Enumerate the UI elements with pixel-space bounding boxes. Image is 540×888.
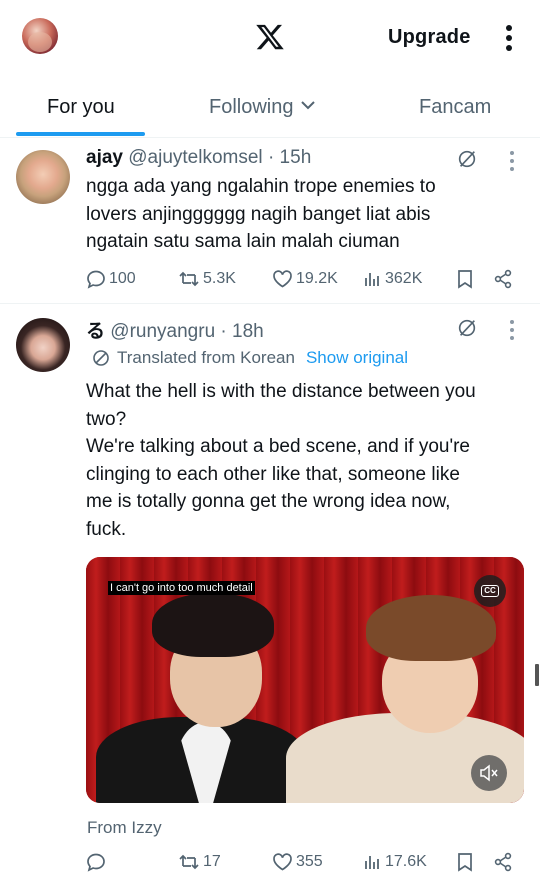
analytics-icon — [365, 273, 379, 286]
upgrade-button[interactable]: Upgrade — [388, 26, 471, 49]
more-options-icon[interactable] — [501, 24, 517, 52]
tweet-line: ngga ada yang ngalahin trope enemies to — [86, 176, 436, 197]
tweet-author-avatar[interactable] — [16, 150, 70, 204]
share-icon[interactable] — [493, 852, 513, 872]
tweet-line: What the hell is with the distance betwe… — [86, 381, 476, 402]
tab-following-label: Following — [209, 96, 294, 118]
like-button[interactable]: 355 — [272, 852, 323, 872]
tweet-time: · 18h — [220, 321, 264, 342]
tweet-text: What the hell is with the distance betwe… — [86, 378, 526, 543]
tweet-header: ajay @ajuytelkomsel · 15h — [86, 147, 311, 169]
tweet-author-avatar[interactable] — [16, 318, 70, 372]
repost-button[interactable]: 17 — [178, 852, 221, 872]
tweet-line: lovers anjingggggg nagih banget liat abi… — [86, 203, 431, 225]
analytics-icon — [365, 856, 379, 869]
mute-button[interactable] — [471, 755, 507, 791]
video-player[interactable]: I can't go into too much detail CC — [86, 557, 524, 803]
tweet-line: two? — [86, 408, 127, 430]
tweet-line: We're talking about a bed scene, and if … — [86, 436, 470, 457]
views-button[interactable]: 17.6K — [362, 852, 427, 872]
scrollbar-thumb[interactable] — [535, 664, 539, 686]
heart-icon — [273, 270, 292, 288]
bookmark-icon[interactable] — [456, 269, 474, 289]
grok-icon[interactable] — [456, 148, 478, 170]
tweet-divider — [0, 303, 540, 304]
show-original-link[interactable]: Show original — [306, 348, 408, 368]
tweet-time: · 15h — [267, 147, 312, 168]
tab-for-you[interactable]: For you — [47, 96, 115, 119]
tweet-line: fuck. — [86, 518, 127, 540]
tweet-more-icon[interactable] — [509, 150, 515, 172]
active-tab-indicator — [16, 132, 145, 136]
like-count: 355 — [296, 853, 323, 870]
video-person-left-hair — [152, 593, 274, 657]
cc-icon: CC — [481, 585, 499, 597]
translated-label: Translated from Korean — [117, 348, 295, 367]
repost-icon — [179, 854, 199, 870]
top-bar: Upgrade — [0, 0, 540, 80]
media-source-label: From Izzy — [87, 818, 162, 837]
tweet-more-icon[interactable] — [509, 319, 515, 341]
author-handle[interactable]: @runyangru — [110, 321, 215, 342]
repost-count: 17 — [203, 853, 221, 870]
x-logo-icon — [256, 24, 284, 50]
heart-icon — [273, 853, 292, 871]
like-button[interactable]: 19.2K — [272, 269, 338, 289]
view-count: 362K — [385, 270, 423, 287]
tweet-line: ngatain satu sama lain malah ciuman — [86, 231, 400, 252]
repost-count: 5.3K — [203, 270, 236, 287]
author-name[interactable]: る — [86, 321, 105, 342]
tab-following[interactable]: Following — [209, 96, 317, 119]
reply-button[interactable] — [86, 852, 109, 872]
grok-icon[interactable] — [456, 317, 478, 339]
video-caption: I can't go into too much detail — [108, 581, 255, 595]
like-count: 19.2K — [296, 270, 338, 287]
repost-icon — [179, 271, 199, 287]
tweet-header: る @runyangru · 18h — [86, 316, 264, 343]
view-count: 17.6K — [385, 853, 427, 870]
reply-icon — [87, 853, 105, 872]
translation-notice: Translated from Korean Show original — [92, 348, 408, 368]
tweet-text: ngga ada yang ngalahin trope enemies to … — [86, 173, 526, 256]
tweet-line: me is totally gonna get the wrong idea n… — [86, 491, 451, 512]
closed-captions-button[interactable]: CC — [474, 575, 506, 607]
tab-fancam[interactable]: Fancam — [419, 96, 491, 119]
translate-icon — [93, 350, 109, 366]
author-handle[interactable]: @ajuytelkomsel — [128, 147, 262, 168]
timeline-tabs: For you Following Fancam — [0, 80, 540, 138]
reply-button[interactable]: 100 — [86, 269, 136, 289]
video-person-right-hair — [366, 595, 496, 661]
profile-avatar[interactable] — [22, 18, 58, 54]
speaker-muted-icon — [480, 764, 498, 782]
reply-icon — [87, 270, 105, 289]
repost-button[interactable]: 5.3K — [178, 269, 236, 289]
author-name[interactable]: ajay — [86, 147, 123, 168]
tweet-line: clinging to each other like that, someon… — [86, 463, 460, 485]
views-button[interactable]: 362K — [362, 269, 422, 289]
bookmark-icon[interactable] — [456, 852, 474, 872]
chevron-down-icon — [301, 101, 316, 110]
share-icon[interactable] — [493, 269, 513, 289]
reply-count: 100 — [109, 270, 136, 287]
